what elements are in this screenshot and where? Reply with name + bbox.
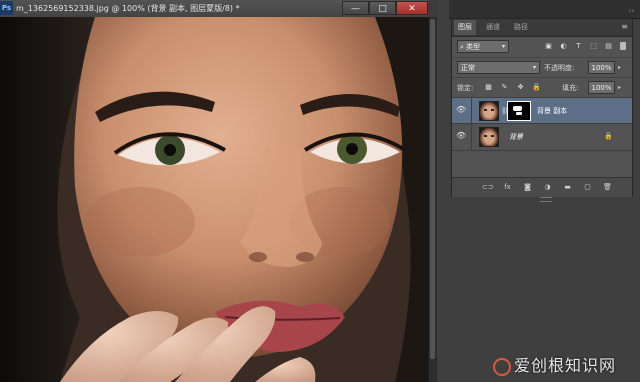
photoshop-app-icon: Ps [0, 1, 13, 15]
fill-field[interactable]: 100% [588, 81, 615, 94]
tab-layers[interactable]: 图层 [454, 20, 476, 35]
blend-mode-value: 正常 [461, 64, 475, 72]
lock-image-pixels-icon[interactable]: ✎ [500, 83, 509, 91]
filter-toggle-switch[interactable] [620, 42, 626, 50]
layer-name[interactable]: 背景 [509, 132, 523, 142]
delete-layer-icon[interactable]: 🗑 [602, 182, 613, 192]
filter-kind-label: 类型 [466, 43, 481, 51]
panel-dock-header[interactable]: ›› [449, 0, 640, 19]
lock-transparent-pixels-icon[interactable]: ▩ [484, 83, 493, 91]
tab-channels[interactable]: 通道 [482, 20, 504, 35]
layer-name[interactable]: 背景 副本 [537, 106, 567, 116]
collapse-panels-icon[interactable]: ›› [628, 7, 634, 15]
document-window: Ps m_1362569152338.jpg @ 100% (背景 副本, 图层… [0, 0, 428, 382]
scrollbar-thumb[interactable] [430, 19, 435, 359]
chevron-down-icon: ▾ [501, 43, 505, 50]
close-button[interactable]: ✕ [396, 1, 428, 15]
smart-object-filter-icon[interactable]: ▤ [604, 42, 613, 50]
minimize-button[interactable]: — [342, 1, 369, 15]
image-canvas[interactable] [0, 17, 428, 382]
eye-icon[interactable]: 👁 [456, 106, 466, 114]
opacity-label: 不透明度: [544, 64, 575, 72]
document-title: m_1362569152338.jpg @ 100% (背景 副本, 图层蒙版/… [16, 4, 240, 13]
watermark: 爱创根知识网 [493, 350, 640, 382]
layer-thumbnail[interactable] [479, 101, 499, 121]
chevron-down-icon: ▾ [532, 64, 536, 71]
watermark-logo-icon [493, 357, 511, 376]
document-scrollbar[interactable] [428, 17, 437, 382]
watermark-text: 爱创根知识网 [514, 356, 617, 375]
divider [471, 98, 472, 124]
group-icon[interactable]: ▬ [562, 182, 573, 192]
opacity-slider-arrow-icon[interactable]: ▸ [618, 64, 621, 71]
layer-row-background[interactable]: 👁 背景 🔒 [452, 123, 632, 151]
layer-row-background-copy[interactable]: 👁 ⛓ 背景 副本 [452, 97, 632, 124]
layers-panel: 图层 通道 路径 ≡ ⌕ 类型 ▾ ▣ ◐ T ⬚ ▤ 正常 ▾ 不透明度: 1… [451, 18, 633, 197]
blend-mode-select[interactable]: 正常 ▾ [457, 61, 540, 74]
panel-tabs: 图层 通道 路径 ≡ [452, 19, 632, 37]
panel-menu-icon[interactable]: ≡ [621, 22, 628, 31]
filter-kind-select[interactable]: ⌕ 类型 ▾ [457, 40, 509, 53]
portrait-photo [0, 17, 428, 382]
tab-paths[interactable]: 路径 [510, 20, 532, 35]
layer-mask-thumbnail[interactable] [507, 101, 531, 121]
blend-row: 正常 ▾ 不透明度: 100% ▸ [452, 57, 632, 77]
lock-all-icon[interactable]: 🔒 [532, 83, 541, 91]
lock-row: 锁定: ▩ ✎ ✥ 🔒 填充: 100% ▸ [452, 77, 632, 97]
lock-position-icon[interactable]: ✥ [516, 83, 525, 91]
add-mask-icon[interactable]: ◙ [522, 182, 533, 192]
adjustment-filter-icon[interactable]: ◐ [559, 42, 568, 50]
image-filter-icon[interactable]: ▣ [544, 42, 553, 50]
link-layers-icon[interactable]: ⊂⊃ [482, 182, 494, 192]
fill-slider-arrow-icon[interactable]: ▸ [618, 84, 621, 91]
maximize-button[interactable]: □ [369, 1, 396, 15]
layer-thumbnail[interactable] [479, 127, 499, 147]
type-filter-icon[interactable]: T [574, 42, 583, 50]
layers-panel-footer: ⊂⊃ fx ◙ ◑ ▬ ▢ 🗑 [452, 177, 632, 197]
adjustment-layer-icon[interactable]: ◑ [542, 182, 553, 192]
layer-filter-row: ⌕ 类型 ▾ ▣ ◐ T ⬚ ▤ [452, 37, 632, 56]
divider [471, 124, 472, 150]
opacity-field[interactable]: 100% [588, 61, 615, 74]
layer-style-icon[interactable]: fx [502, 182, 513, 192]
lock-icon: 🔒 [604, 132, 613, 140]
fill-label: 填充: [562, 84, 579, 92]
panel-resize-grip[interactable] [540, 197, 552, 202]
eye-icon[interactable]: 👁 [456, 132, 466, 140]
lock-label: 锁定: [457, 84, 474, 92]
new-layer-icon[interactable]: ▢ [582, 182, 593, 192]
shape-filter-icon[interactable]: ⬚ [589, 42, 598, 50]
search-icon: ⌕ [460, 43, 464, 51]
document-tab[interactable]: Ps m_1362569152338.jpg @ 100% (背景 副本, 图层… [0, 0, 428, 18]
